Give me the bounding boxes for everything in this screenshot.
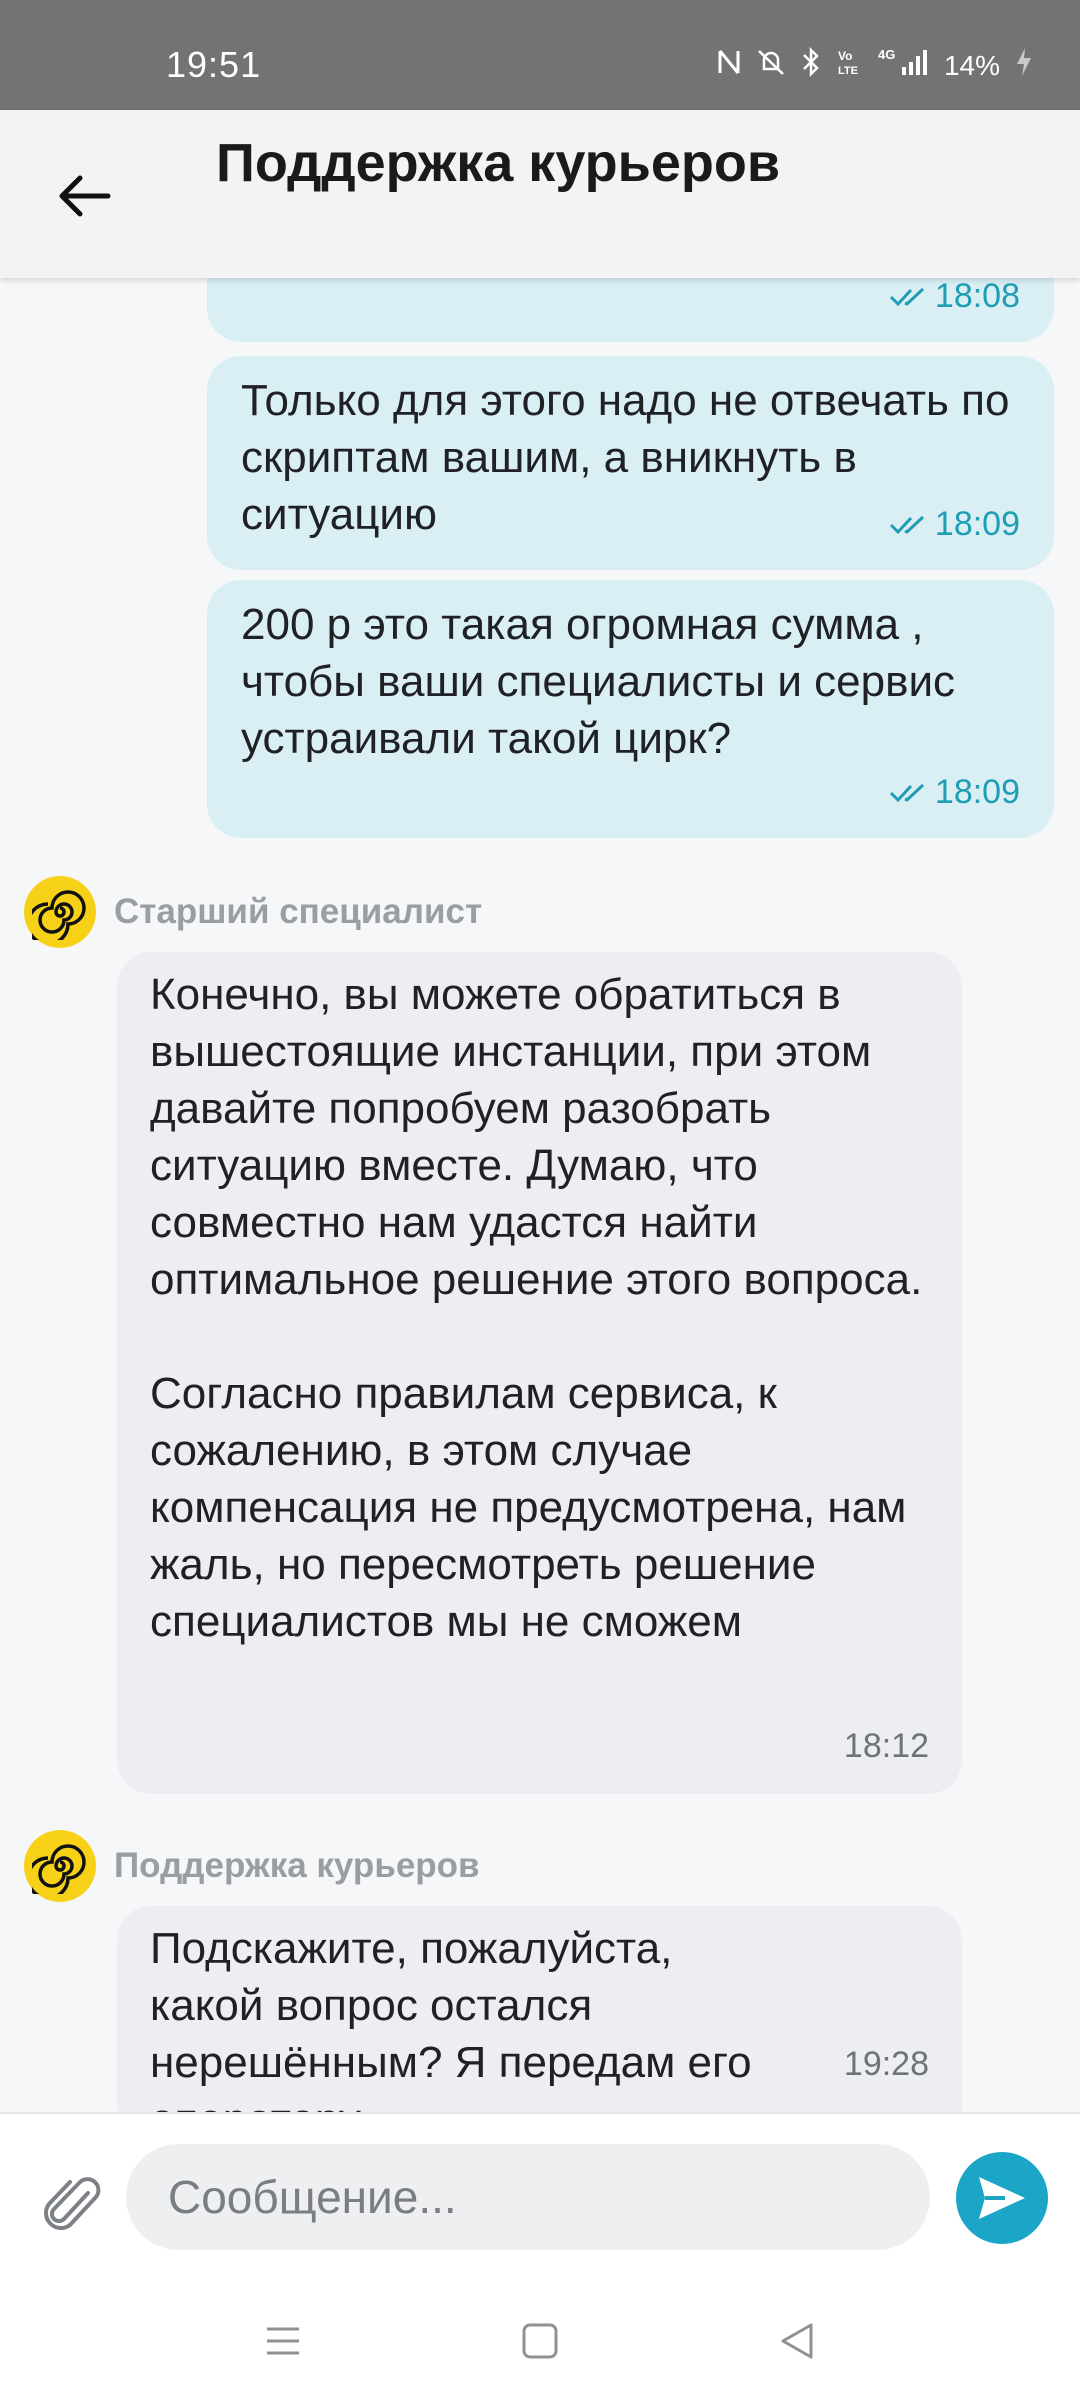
incoming-message[interactable]: Конечно, вы можете обратиться в вышестоя… [117, 952, 962, 1794]
message-meta: 18:09 [889, 505, 1020, 544]
outgoing-message[interactable]: 200 р это такая огромная сумма , чтобы в… [207, 580, 1054, 838]
double-check-icon [889, 515, 924, 534]
message-time: 19:28 [843, 2045, 929, 2083]
spiral-logo-icon [32, 890, 86, 940]
double-check-icon [889, 783, 924, 802]
message-composer [0, 2112, 1080, 2280]
mute-icon [756, 47, 786, 84]
system-nav-bar [0, 2280, 1080, 2400]
chat-area[interactable]: 18:08 Только для этого надо не отвечать … [0, 278, 1080, 2112]
send-button[interactable] [956, 2152, 1048, 2244]
svg-text:LTE: LTE [838, 65, 858, 77]
back-nav-button[interactable] [762, 2306, 832, 2376]
send-icon [979, 2177, 1025, 2219]
spiral-logo-icon [32, 1844, 86, 1894]
bluetooth-icon [800, 46, 822, 84]
app-header: Поддержка курьеров [0, 110, 1080, 278]
volte-icon: Vo LTE [836, 47, 862, 84]
message-time: 18:09 [934, 773, 1020, 811]
status-bar: 19:51 Vo LTE 4G 14% [0, 0, 1080, 110]
sender-name: Старший специалист [114, 892, 483, 931]
attach-button[interactable] [38, 2166, 110, 2246]
page-title: Поддержка курьеров [216, 133, 781, 193]
outgoing-message[interactable]: Только для этого надо не отвечать по скр… [207, 356, 1054, 570]
recent-apps-button[interactable] [248, 2306, 318, 2376]
message-time: 18:12 [843, 1727, 929, 1765]
battery-icon [1014, 46, 1034, 85]
signal-icon: 4G [876, 47, 930, 84]
incoming-message[interactable]: Подскажите, пожалуйста, какой вопрос ост… [117, 1906, 962, 2112]
message-time: 18:09 [934, 505, 1020, 543]
message-meta: 18:08 [889, 278, 1020, 316]
paperclip-icon [44, 2177, 101, 2230]
message-text: Конечно, вы можете обратиться в вышестоя… [150, 970, 923, 1646]
menu-lines-icon [267, 2327, 299, 2355]
double-check-icon [889, 287, 924, 306]
avatar[interactable] [24, 1830, 96, 1902]
square-icon [522, 2323, 558, 2359]
battery-percent: 14% [943, 49, 1000, 81]
back-button[interactable] [48, 160, 120, 232]
svg-text:Vo: Vo [838, 49, 852, 63]
message-time: 18:08 [934, 278, 1020, 315]
status-icons: Vo LTE 4G 14% [716, 46, 1034, 85]
network-type: 4G [878, 47, 895, 62]
back-arrow-icon [59, 175, 111, 217]
avatar[interactable] [24, 876, 96, 948]
triangle-back-icon [781, 2323, 813, 2359]
outgoing-message[interactable]: 18:08 [207, 278, 1054, 342]
message-meta: 18:09 [889, 773, 1020, 812]
message-text: 200 р это такая огромная сумма , чтобы в… [241, 600, 956, 763]
message-text: Подскажите, пожалуйста, какой вопрос ост… [150, 1924, 752, 2112]
sender-name: Поддержка курьеров [114, 1846, 480, 1885]
nfc-icon [716, 47, 742, 84]
message-input[interactable] [126, 2144, 930, 2250]
status-time: 19:51 [166, 44, 262, 85]
home-button[interactable] [505, 2306, 575, 2376]
